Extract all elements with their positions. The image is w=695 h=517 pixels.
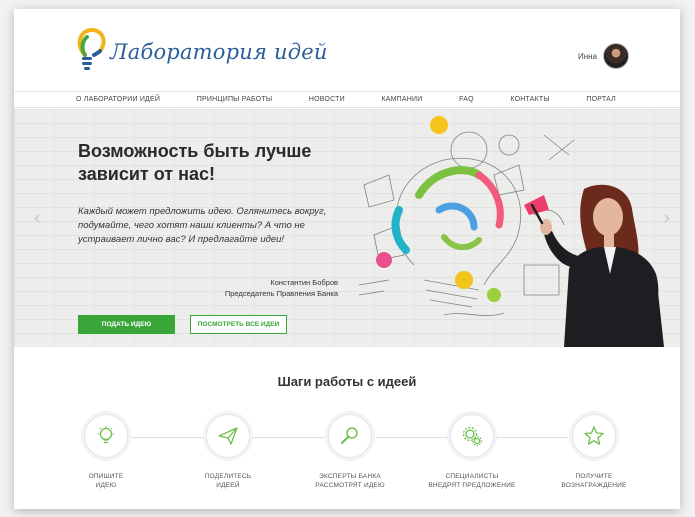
- logo-text: Лаборатория идей: [110, 40, 328, 64]
- step-reward[interactable]: ПОЛУЧИТЕ ВОЗНАГРАЖДЕНИЕ: [544, 414, 644, 490]
- step-share[interactable]: ПОДЕЛИТЕСЬ ИДЕЕЙ: [178, 414, 278, 490]
- nav-item-portal[interactable]: ПОРТАЛ: [586, 92, 616, 107]
- step-label: ЭКСПЕРТЫ БАНКА РАССМОТРЯТ ИДЕЮ: [300, 472, 400, 490]
- author-name: Константин Бобров: [270, 278, 338, 287]
- step-label-line2: РАССМОТРЯТ ИДЕЮ: [315, 482, 385, 489]
- author-title: Председатель Правления Банка: [224, 289, 338, 298]
- step-label-line2: ИДЕЕЙ: [216, 482, 240, 489]
- nav-item-about[interactable]: О ЛАБОРАТОРИИ ИДЕЙ: [76, 92, 160, 107]
- user-name[interactable]: Инна: [578, 52, 597, 61]
- step-label-line2: ВОЗНАГРАЖДЕНИЕ: [561, 482, 627, 489]
- step-label: ПОДЕЛИТЕСЬ ИДЕЕЙ: [178, 472, 278, 490]
- lightbulb-icon: [98, 426, 114, 444]
- steps-title: Шаги работы с идеей: [277, 374, 417, 389]
- page: Лаборатория идей Инна О ЛАБОРАТОРИИ ИДЕЙ…: [14, 9, 680, 509]
- submit-idea-button[interactable]: ПОДАТЬ ИДЕЮ: [78, 315, 175, 334]
- step-label: ОПИШИТЕ ИДЕЮ: [56, 472, 156, 490]
- hero-quote: Каждый может предложить идею. Оглянитесь…: [78, 206, 327, 245]
- step-label-line1: ОПИШИТЕ: [88, 473, 124, 480]
- hero-title-line2: зависит от нас!: [78, 164, 215, 184]
- step-review[interactable]: ЭКСПЕРТЫ БАНКА РАССМОТРЯТ ИДЕЮ: [300, 414, 400, 490]
- lightbulb-logo-icon: [77, 28, 106, 70]
- nav-item-faq[interactable]: FAQ: [459, 92, 474, 107]
- user-menu[interactable]: Инна: [578, 43, 629, 69]
- nav-item-contacts[interactable]: КОНТАКТЫ: [510, 92, 549, 107]
- hero-banner: ‹ › Возможность быть лучше зависит от на…: [14, 109, 680, 347]
- step-implement[interactable]: СПЕЦИАЛИСТЫ ВНЕДРЯТ ПРЕДЛОЖЕНИЕ: [422, 414, 522, 490]
- view-all-ideas-button[interactable]: ПОСМОТРЕТЬ ВСЕ ИДЕИ: [190, 315, 287, 334]
- step-label-line1: ПОДЕЛИТЕСЬ: [204, 473, 252, 480]
- step-label-line2: ВНЕДРЯТ ПРЕДЛОЖЕНИЕ: [428, 482, 516, 489]
- hero-title-line1: Возможность быть лучше: [78, 141, 312, 161]
- nav-item-campaigns[interactable]: КАМПАНИИ: [381, 92, 422, 107]
- carousel-prev-arrow[interactable]: ‹: [34, 207, 41, 230]
- nav-item-news[interactable]: НОВОСТИ: [309, 92, 345, 107]
- avatar[interactable]: [603, 43, 629, 69]
- step-label-line1: ЭКСПЕРТЫ БАНКА: [319, 473, 381, 480]
- woman-illustration: [530, 184, 664, 347]
- step-circle: [572, 414, 616, 458]
- step-label: СПЕЦИАЛИСТЫ ВНЕДРЯТ ПРЕДЛОЖЕНИЕ: [422, 472, 522, 490]
- step-circle: [450, 414, 494, 458]
- step-label-line1: СПЕЦИАЛИСТЫ: [445, 473, 499, 480]
- main-nav: О ЛАБОРАТОРИИ ИДЕЙ ПРИНЦИПЫ РАБОТЫ НОВОС…: [14, 91, 680, 108]
- step-circle: [84, 414, 128, 458]
- step-circle: [206, 414, 250, 458]
- star-icon: [584, 426, 604, 445]
- nav-item-principles[interactable]: ПРИНЦИПЫ РАБОТЫ: [197, 92, 272, 107]
- gears-icon: [462, 426, 482, 446]
- logo[interactable]: Лаборатория идей: [76, 25, 328, 71]
- step-label-line1: ПОЛУЧИТЕ: [575, 473, 613, 480]
- step-circle: [328, 414, 372, 458]
- hero-author: Константин Бобров Председатель Правления…: [225, 277, 338, 299]
- magnifier-icon: [341, 427, 358, 444]
- paper-plane-icon: [218, 427, 238, 445]
- hero-title: Возможность быть лучше зависит от нас!: [78, 140, 318, 186]
- step-describe[interactable]: ОПИШИТЕ ИДЕЮ: [56, 414, 156, 490]
- step-label-line2: ИДЕЮ: [95, 482, 117, 489]
- step-label: ПОЛУЧИТЕ ВОЗНАГРАЖДЕНИЕ: [544, 472, 644, 490]
